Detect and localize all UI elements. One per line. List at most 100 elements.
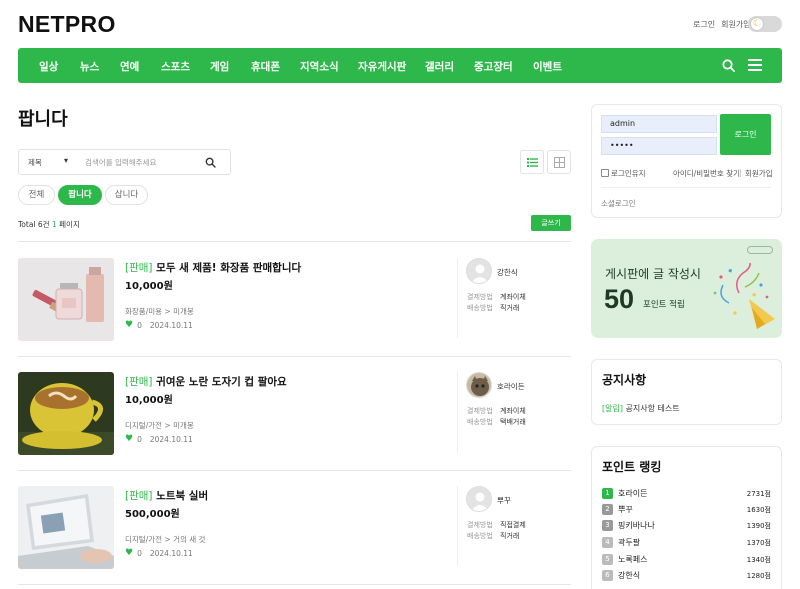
post-title[interactable]: [판매] 귀여운 노란 도자기 컵 팔아요 [125, 374, 287, 389]
search-icon[interactable] [722, 59, 735, 72]
ranking-row[interactable]: 1 호라이든 2731점 [602, 487, 771, 501]
keep-login-checkbox[interactable]: 로그인유지 [601, 168, 646, 179]
ranking-row[interactable]: 3 핑키바나나 1390점 [602, 519, 771, 533]
list-divider [18, 356, 571, 357]
filter-buy[interactable]: 삽니다 [105, 185, 148, 205]
like-count: 0 [137, 434, 142, 444]
login-button[interactable]: 로그인 [720, 114, 771, 155]
pay-method: 계좌이체 [500, 407, 526, 415]
nav-item-gallery[interactable]: 갤러리 [425, 59, 454, 74]
avatar[interactable] [466, 258, 492, 284]
ship-label: 배송방법 [467, 304, 493, 312]
site-logo[interactable]: NETPRO [18, 11, 116, 38]
chevron-down-icon[interactable]: ▾ [64, 156, 68, 165]
search-box: 제목 ▾ [18, 149, 231, 175]
write-button[interactable]: 글쓰기 [531, 215, 571, 231]
nav-item-entertainment[interactable]: 연예 [120, 59, 139, 74]
post-category: 디지털/가전 > 미개봉 [125, 421, 194, 430]
ranking-row[interactable]: 2 뿌꾸 1630점 [602, 503, 771, 517]
nav-item-freeboard[interactable]: 자유게시판 [358, 59, 406, 74]
nav-item-sports[interactable]: 스포츠 [161, 59, 190, 74]
nav-item-local[interactable]: 지역소식 [300, 59, 339, 74]
username-field[interactable]: admin [601, 115, 717, 133]
laptop-image [18, 486, 114, 569]
post-thumbnail[interactable] [18, 258, 114, 341]
post-title[interactable]: [판매] 노트북 실버 [125, 488, 208, 503]
rank-points: 1390점 [746, 522, 771, 530]
seller-name[interactable]: 뿌꾸 [497, 495, 511, 506]
default-avatar-icon [467, 259, 491, 283]
nav-item-phone[interactable]: 휴대폰 [251, 59, 280, 74]
cosmetics-image [18, 258, 114, 341]
party-popper-icon [713, 263, 775, 329]
rank-badge: 5 [602, 554, 613, 565]
avatar[interactable] [466, 486, 492, 512]
find-account-link[interactable]: 아이디/비밀번호 찾기 [673, 168, 740, 179]
filter-all[interactable]: 전체 [18, 185, 55, 205]
seller-name[interactable]: 강한식 [497, 267, 518, 278]
rank-name: 강한식 [618, 571, 641, 580]
page-title: 팝니다 [18, 109, 68, 130]
ranking-title: 포인트 랭킹 [602, 460, 662, 474]
post-thumbnail[interactable] [18, 372, 114, 455]
post-category: 디지털/가전 > 거의 새 것 [125, 535, 206, 544]
nav-item-daily[interactable]: 일상 [39, 59, 58, 74]
like-count: 0 [137, 548, 142, 558]
sidebar-signup-link[interactable]: 회원가입 [745, 168, 773, 179]
column-divider [457, 372, 458, 452]
hamburger-menu-icon[interactable] [748, 59, 762, 72]
post-date: 2024.10.11 [149, 320, 193, 330]
avatar[interactable] [466, 372, 492, 398]
ship-label: 배송방법 [467, 532, 493, 540]
heart-icon[interactable]: ♥ [125, 548, 133, 558]
list-divider [18, 470, 571, 471]
ranking-row[interactable]: 4 곽두팔 1370점 [602, 536, 771, 550]
rank-name: 뿌꾸 [618, 505, 633, 514]
yellow-cup-image [18, 372, 114, 455]
banner-subtext: 포인트 적립 [643, 300, 685, 310]
column-divider [457, 486, 458, 566]
point-event-banner[interactable]: 게시판에 글 작성시 50 포인트 적립 [591, 239, 782, 338]
main-nav: 일상 뉴스 연예 스포츠 게임 휴대폰 지역소식 자유게시판 갤러리 중고장터 … [18, 48, 782, 83]
banner-points: 50 [604, 284, 635, 314]
nav-item-market[interactable]: 중고장터 [474, 59, 513, 74]
moon-icon: ☾ [751, 18, 763, 30]
filter-sell[interactable]: 팝니다 [58, 185, 102, 205]
nav-item-news[interactable]: 뉴스 [80, 59, 99, 74]
default-avatar-icon [467, 487, 491, 511]
notice-item[interactable]: [알림] 공지사항 테스트 [602, 403, 680, 414]
seller-name[interactable]: 호라이든 [497, 381, 525, 392]
rank-points: 1630점 [746, 506, 771, 514]
list-view-icon [527, 158, 538, 167]
banner-text: 게시판에 글 작성시 [605, 267, 701, 281]
post-price: 10,000원 [125, 395, 173, 406]
search-icon[interactable] [205, 157, 216, 168]
list-divider [18, 584, 571, 585]
checkbox-icon[interactable] [601, 169, 609, 177]
pay-method: 계좌이체 [500, 293, 526, 301]
heart-icon[interactable]: ♥ [125, 434, 133, 444]
nav-item-event[interactable]: 이벤트 [533, 59, 562, 74]
post-price: 500,000원 [125, 509, 180, 520]
column-divider [457, 258, 458, 338]
heart-icon[interactable]: ♥ [125, 320, 133, 330]
password-field[interactable]: ••••• [601, 137, 717, 155]
grid-view-icon [554, 157, 565, 168]
login-link[interactable]: 로그인 [693, 19, 715, 30]
rank-points: 1340점 [746, 556, 771, 564]
signup-link[interactable]: 회원가입 [721, 19, 750, 30]
grid-view-button[interactable] [547, 150, 571, 174]
nav-item-games[interactable]: 게임 [210, 59, 229, 74]
post-date: 2024.10.11 [149, 548, 193, 558]
post-meta: ♥ 0 2024.10.11 [125, 320, 193, 330]
list-view-button[interactable] [520, 150, 544, 174]
rank-badge: 2 [602, 504, 613, 515]
post-title[interactable]: [판매] 모두 새 제품! 화장품 판매합니다 [125, 260, 301, 275]
ranking-row[interactable]: 5 노록페스 1340점 [602, 553, 771, 567]
theme-toggle[interactable]: ☾ [748, 16, 782, 32]
search-field-select[interactable]: 제목 [28, 157, 42, 168]
search-input[interactable] [85, 156, 205, 169]
post-price: 10,000원 [125, 281, 173, 292]
ranking-row[interactable]: 6 강한식 1280점 [602, 569, 771, 583]
post-thumbnail[interactable] [18, 486, 114, 569]
